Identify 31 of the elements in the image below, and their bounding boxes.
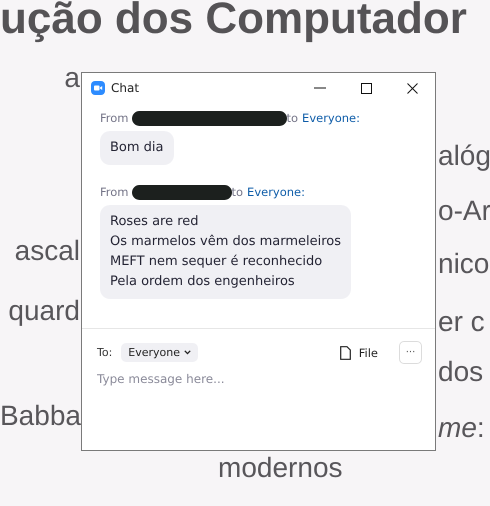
slide-text: me: — [438, 412, 485, 444]
recipient-link[interactable]: Everyone: — [247, 185, 306, 199]
slide-text: a — [63, 62, 80, 94]
chevron-down-icon — [184, 350, 192, 355]
slide-text: Babba — [0, 400, 80, 432]
to-text: to — [286, 111, 298, 125]
slide-title: ução dos Computador — [0, 0, 467, 44]
minimize-icon — [314, 87, 326, 89]
message-bubble: Roses are red Os marmelos vêm dos marmeleiros MEFT nem sequer é reconhecido Pela ordem dos engenheiros — [100, 205, 352, 299]
slide-text: er c — [438, 306, 485, 338]
slide-text: dos — [438, 356, 484, 388]
slide-text: ascal — [14, 235, 80, 267]
to-text: to — [232, 185, 244, 199]
sender-label: From — [100, 185, 128, 199]
close-icon — [406, 82, 418, 94]
window-title: Chat — [111, 81, 140, 95]
more-button[interactable]: ··· — [399, 341, 422, 364]
slide-text: quard — [7, 295, 80, 327]
camera-icon — [91, 81, 105, 95]
slide-text: nico — [438, 248, 490, 280]
slide-text: modernos — [218, 452, 343, 484]
file-button[interactable]: File — [340, 346, 378, 360]
recipient-link[interactable]: Everyone: — [302, 111, 360, 125]
maximize-icon — [360, 82, 372, 94]
to-label: To: — [97, 346, 112, 359]
slide-text: o-Ar — [438, 195, 490, 227]
sender-label: From — [100, 111, 128, 125]
recipient-dropdown[interactable]: Everyone — [121, 343, 198, 362]
slide-text: alóg — [438, 140, 490, 172]
file-icon — [340, 346, 351, 360]
message-bubble: Bom dia — [100, 131, 174, 165]
